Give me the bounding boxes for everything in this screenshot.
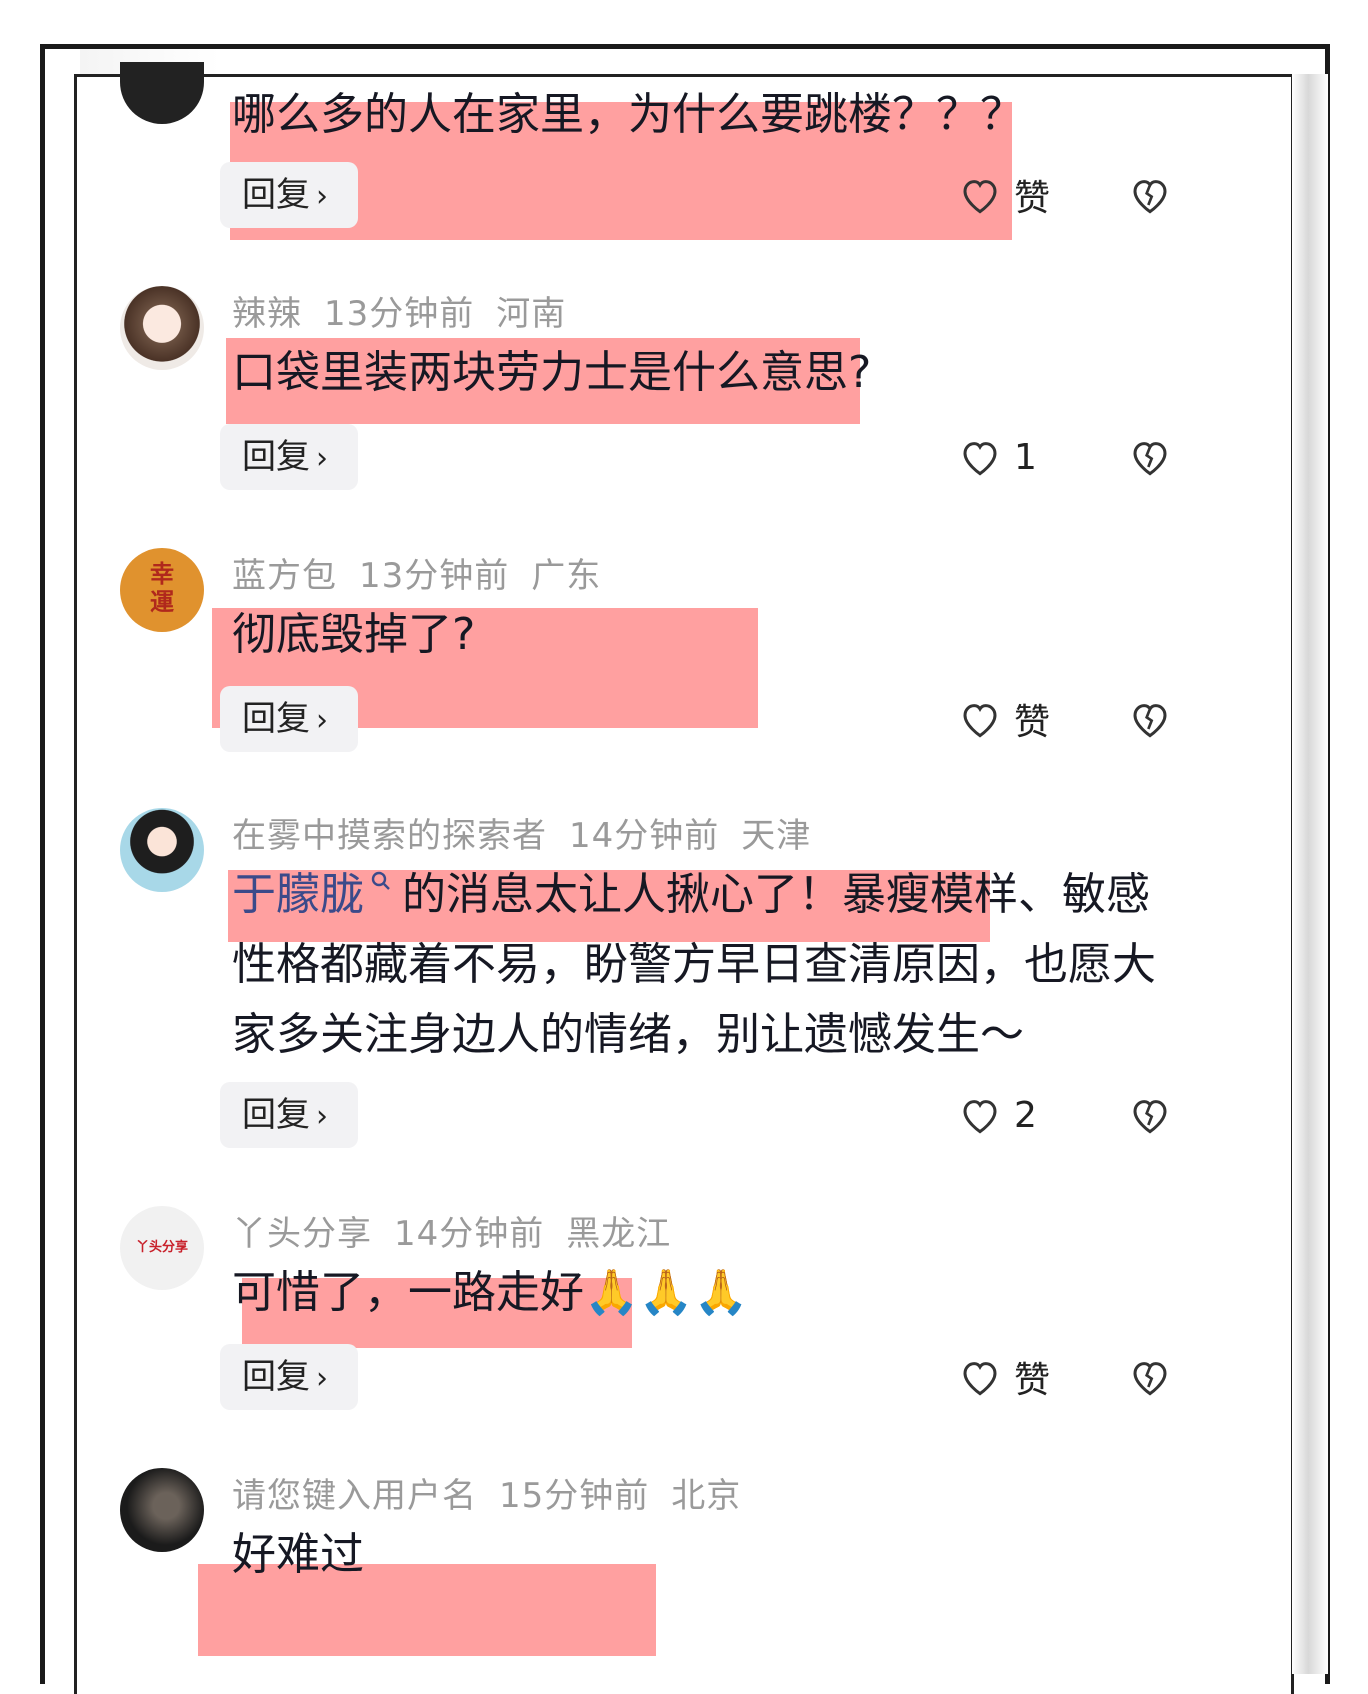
comment-meta: 丫头分享 14分钟前 黑龙江	[232, 1206, 693, 1255]
heart-icon	[963, 704, 997, 738]
like-button[interactable]: 赞	[960, 162, 1050, 228]
comment-text: 哪么多的人在家里，为什么要跳楼？？？	[232, 89, 1024, 140]
username[interactable]: 蓝方包	[232, 556, 337, 596]
dislike-button[interactable]	[1130, 424, 1170, 490]
reply-button[interactable]: 回复 ›	[220, 162, 358, 228]
broken-heart-icon	[1133, 442, 1167, 476]
like-count: 赞	[1014, 702, 1051, 743]
dislike-button[interactable]	[1130, 162, 1170, 228]
avatar[interactable]: 幸運	[120, 548, 204, 632]
reply-button[interactable]: 回复 ›	[220, 1082, 358, 1148]
comment-item: 在雾中摸索的探索者 14分钟前 天津 于朦胧 的消息太让人揪心了！暴瘦模样、敏感性格都…	[120, 808, 1250, 1168]
avatar[interactable]	[120, 808, 204, 892]
comment-meta: 在雾中摸索的探索者 14分钟前 天津	[232, 808, 833, 857]
username[interactable]: 辣辣	[232, 294, 302, 334]
comment-item: 幸運 蓝方包 13分钟前 广东 彻底毁掉了? 回复 › 赞	[120, 548, 1250, 768]
chevron-right-icon: ›	[316, 441, 328, 476]
frame-shadow-right	[1292, 74, 1328, 1674]
comment-item: 哪么多的人在家里，为什么要跳楼？？？ 回复 › 赞	[120, 40, 1250, 260]
comment-meta: 蓝方包 13分钟前 广东	[232, 548, 623, 597]
avatar-text: 丫头分享	[135, 1240, 188, 1255]
heart-icon	[963, 180, 997, 214]
like-button[interactable]: 赞	[960, 1344, 1050, 1410]
location: 天津	[741, 816, 812, 856]
reply-label: 回复	[242, 699, 310, 739]
chevron-right-icon: ›	[316, 703, 328, 738]
like-count: 赞	[1014, 178, 1051, 219]
broken-heart-icon	[1133, 180, 1167, 214]
chevron-right-icon: ›	[316, 1099, 328, 1134]
comment-body: 的消息太让人揪心了！暴瘦模样、敏感性格都藏着不易，盼警方早日查清原因，也愿大家多…	[232, 869, 1156, 1060]
comment-text: 于朦胧 的消息太让人揪心了！暴瘦模样、敏感性格都藏着不易，盼警方早日查清原因，也愿…	[232, 860, 1192, 1070]
like-count: 1	[1014, 436, 1037, 478]
reply-label: 回复	[242, 175, 310, 215]
avatar[interactable]: 丫头分享	[120, 1206, 204, 1290]
timestamp: 13分钟前	[324, 294, 475, 334]
broken-heart-icon	[1133, 704, 1167, 738]
dislike-button[interactable]	[1130, 1344, 1170, 1410]
like-button[interactable]: 2	[960, 1082, 1037, 1148]
avatar[interactable]	[120, 1468, 204, 1552]
like-button[interactable]: 赞	[960, 686, 1050, 752]
chevron-right-icon: ›	[316, 179, 328, 214]
heart-icon	[963, 1100, 997, 1134]
topic-link[interactable]: 于朦胧	[232, 869, 364, 920]
comment-meta: 请您键入用户名 15分钟前 北京	[232, 1468, 763, 1517]
like-button[interactable]: 1	[960, 424, 1037, 490]
avatar-text: 幸運	[150, 560, 174, 616]
broken-heart-icon	[1133, 1100, 1167, 1134]
comment-text: 口袋里装两块劳力士是什么意思?	[232, 347, 872, 398]
reply-label: 回复	[242, 437, 310, 477]
comment-item: 请您键入用户名 15分钟前 北京 好难过	[120, 1468, 1250, 1656]
comment-item: 辣辣 13分钟前 河南 口袋里装两块劳力士是什么意思? 回复 › 1	[120, 286, 1250, 506]
comment-text: 彻底毁掉了?	[232, 609, 476, 660]
avatar[interactable]	[120, 62, 204, 124]
timestamp: 14分钟前	[569, 816, 720, 856]
comment-meta: 辣辣 13分钟前 河南	[232, 286, 588, 335]
avatar[interactable]	[120, 286, 204, 370]
location: 北京	[671, 1476, 742, 1516]
heart-icon	[963, 1362, 997, 1396]
heart-icon	[963, 442, 997, 476]
location: 广东	[531, 556, 602, 596]
like-count: 赞	[1014, 1360, 1051, 1401]
like-count: 2	[1014, 1094, 1037, 1136]
reply-button[interactable]: 回复 ›	[220, 1344, 358, 1410]
dislike-button[interactable]	[1130, 686, 1170, 752]
reply-button[interactable]: 回复 ›	[220, 686, 358, 752]
username[interactable]: 丫头分享	[232, 1214, 372, 1254]
reply-button[interactable]: 回复 ›	[220, 424, 358, 490]
location: 黑龙江	[566, 1214, 672, 1254]
timestamp: 15分钟前	[499, 1476, 650, 1516]
reply-label: 回复	[242, 1095, 310, 1135]
username[interactable]: 请您键入用户名	[232, 1476, 477, 1516]
location: 河南	[496, 294, 567, 334]
chevron-right-icon: ›	[316, 1361, 328, 1396]
username[interactable]: 在雾中摸索的探索者	[232, 816, 547, 856]
comment-text: 好难过	[232, 1529, 364, 1580]
dislike-button[interactable]	[1130, 1082, 1170, 1148]
search-icon	[371, 871, 390, 890]
timestamp: 14分钟前	[394, 1214, 545, 1254]
reply-label: 回复	[242, 1357, 310, 1397]
comment-item: 丫头分享 丫头分享 14分钟前 黑龙江 可惜了，一路走好🙏🙏🙏 回复 › 赞	[120, 1206, 1250, 1426]
broken-heart-icon	[1133, 1362, 1167, 1396]
timestamp: 13分钟前	[359, 556, 510, 596]
comment-text: 可惜了，一路走好🙏🙏🙏	[232, 1267, 749, 1318]
